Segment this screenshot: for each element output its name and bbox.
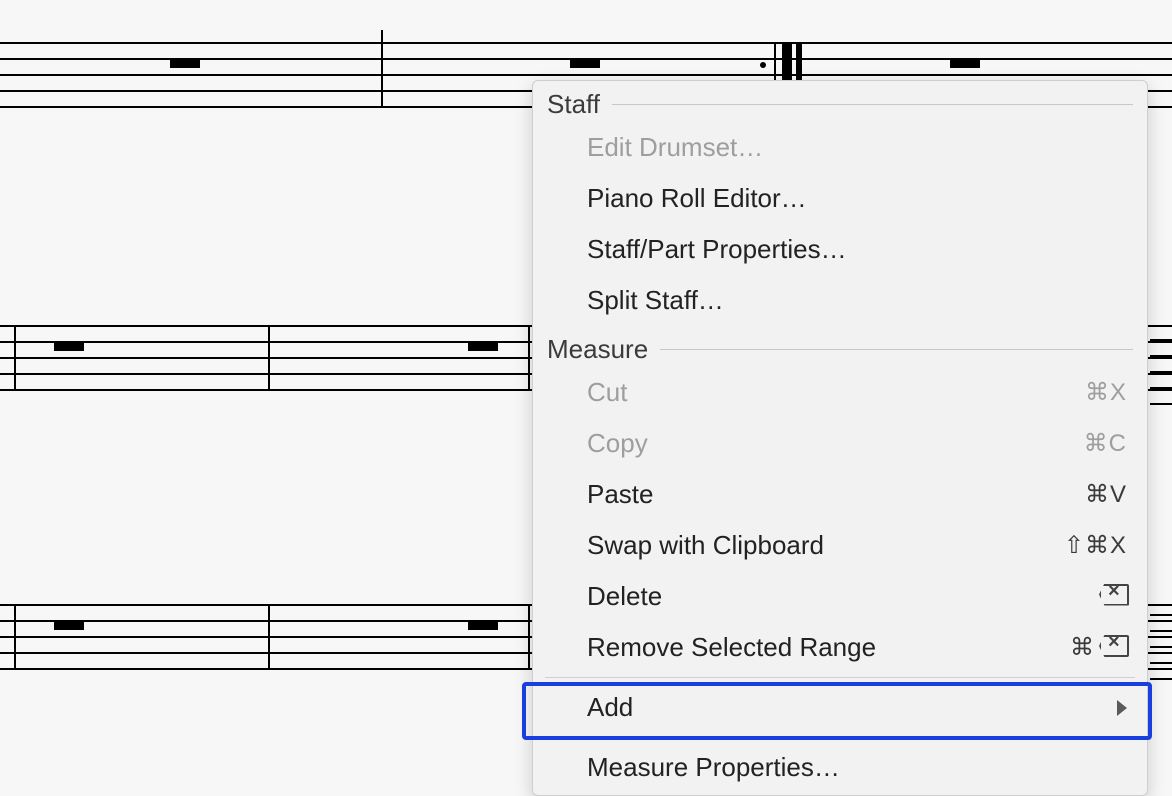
menu-item-staff-part-properties[interactable]: Staff/Part Properties… (533, 224, 1147, 275)
menu-item-label: Staff/Part Properties… (587, 234, 847, 265)
staff-fragment (1150, 614, 1172, 678)
barline (268, 604, 270, 670)
menu-item-cut: Cut ⌘X (533, 367, 1147, 418)
delete-x-icon (1099, 635, 1127, 655)
shortcut: ⌘X (1085, 378, 1127, 407)
section-rule (612, 104, 1133, 105)
repeat-dot (760, 62, 766, 68)
shortcut-icon (1099, 583, 1127, 611)
shortcut-icon: ⌘ (1070, 633, 1127, 662)
menu-item-label: Split Staff… (587, 285, 724, 316)
barline (381, 30, 383, 108)
barline (268, 325, 270, 391)
menu-item-remove-selected-range[interactable]: Remove Selected Range ⌘ (533, 622, 1147, 673)
section-title: Staff (547, 89, 600, 120)
menu-item-copy: Copy ⌘C (533, 418, 1147, 469)
menu-item-label: Cut (587, 377, 627, 408)
whole-rest (468, 341, 498, 351)
whole-rest (54, 620, 84, 630)
whole-rest (950, 58, 980, 68)
menu-item-swap-clipboard[interactable]: Swap with Clipboard ⇧⌘X (533, 520, 1147, 571)
shortcut: ⇧⌘X (1064, 531, 1127, 560)
menu-item-label: Piano Roll Editor… (587, 183, 807, 214)
menu-item-label: Paste (587, 479, 654, 510)
menu-item-label: Edit Drumset… (587, 132, 763, 163)
menu-item-edit-drumset: Edit Drumset… (533, 122, 1147, 173)
staff-fragment (1150, 339, 1172, 403)
whole-rest (54, 341, 84, 351)
section-header-staff: Staff (533, 81, 1147, 122)
whole-rest (170, 58, 200, 68)
menu-item-paste[interactable]: Paste ⌘V (533, 469, 1147, 520)
section-rule (660, 349, 1133, 350)
menu-item-add[interactable]: Add (533, 682, 1147, 733)
menu-item-label: Add (587, 692, 633, 723)
menu-item-label: Copy (587, 428, 648, 459)
menu-item-split-staff[interactable]: Split Staff… (533, 275, 1147, 326)
barline (14, 325, 16, 391)
menu-item-label: Delete (587, 581, 662, 612)
barline (528, 604, 530, 670)
whole-rest (468, 620, 498, 630)
menu-item-measure-properties[interactable]: Measure Properties… (533, 742, 1147, 793)
submenu-arrow-icon (1117, 700, 1127, 716)
section-header-measure: Measure (533, 326, 1147, 367)
shortcut: ⌘V (1085, 480, 1127, 509)
delete-x-icon (1099, 584, 1127, 604)
context-menu: Staff Edit Drumset… Piano Roll Editor… S… (532, 80, 1148, 796)
menu-item-delete[interactable]: Delete (533, 571, 1147, 622)
menu-separator (545, 737, 1135, 738)
whole-rest (570, 58, 600, 68)
shortcut: ⌘C (1084, 429, 1127, 458)
menu-item-piano-roll[interactable]: Piano Roll Editor… (533, 173, 1147, 224)
barline (14, 604, 16, 670)
menu-item-label: Measure Properties… (587, 752, 840, 783)
menu-item-label: Remove Selected Range (587, 632, 876, 663)
menu-separator (545, 677, 1135, 678)
menu-item-label: Swap with Clipboard (587, 530, 824, 561)
barline (528, 325, 530, 391)
section-title: Measure (547, 334, 648, 365)
